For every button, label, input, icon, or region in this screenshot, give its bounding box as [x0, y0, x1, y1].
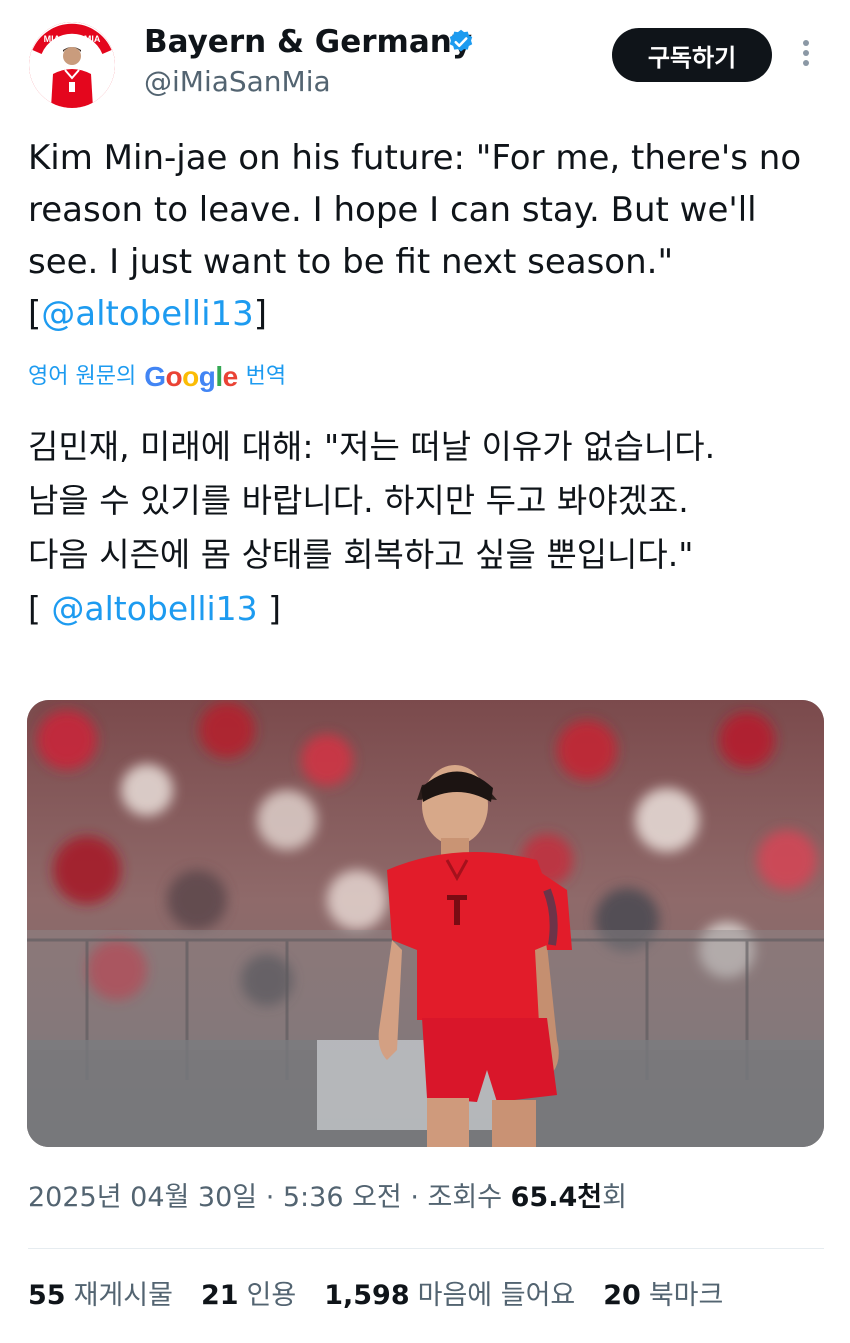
likes-count: 1,598: [324, 1280, 410, 1311]
translation-prefix: 영어 원문의: [28, 364, 137, 389]
author-avatar[interactable]: MIA SAN MIA: [29, 22, 115, 108]
views-count: 65.4천: [510, 1182, 603, 1213]
translation-attribution[interactable]: 영어 원문의 Google 번역: [28, 360, 286, 394]
bookmarks-stat[interactable]: 20 북마크: [603, 1276, 723, 1316]
tweet-time[interactable]: 5:36 오전: [283, 1182, 402, 1213]
stats-divider: [28, 1248, 824, 1249]
translated-line-2: 남을 수 있기를 바랍니다. 하지만 두고 봐야겠죠.: [28, 481, 689, 520]
football-player-photo: [27, 700, 824, 1147]
retweets-stat[interactable]: 55 재게시물: [28, 1276, 173, 1316]
bookmarks-count: 20: [603, 1280, 641, 1311]
engagement-stats: 55 재게시물 21 인용 1,598 마음에 들어요 20 북마크: [28, 1276, 751, 1316]
meta-separator-2: ·: [401, 1182, 428, 1213]
translated-mention-link[interactable]: @altobelli13: [51, 589, 257, 628]
translated-line-3: 다음 시즌에 몸 상태를 회복하고 싶을 뿐입니다.": [28, 535, 694, 574]
tweet-photo[interactable]: [27, 700, 824, 1147]
avatar-text: MIA SAN MIA: [44, 34, 101, 44]
tweet-mention-link[interactable]: @altobelli13: [41, 294, 254, 334]
translated-bracket-open: [: [28, 589, 52, 628]
tweet-body: Kim Min-jae on his future: "For me, ther…: [28, 132, 818, 340]
translated-line-1: 김민재, 미래에 대해: "저는 떠날 이유가 없습니다.: [28, 427, 716, 466]
quotes-stat[interactable]: 21 인용: [201, 1276, 296, 1316]
translated-mention-line: [ @altobelli13 ]: [28, 582, 828, 636]
tweet-text: Kim Min-jae on his future: "For me, ther…: [28, 138, 802, 282]
author-display-name[interactable]: Bayern & Germany: [144, 22, 472, 62]
author-handle[interactable]: @iMiaSanMia: [144, 64, 331, 100]
meta-separator-1: ·: [257, 1182, 283, 1213]
subscribe-button[interactable]: 구독하기: [612, 28, 772, 82]
views-label: 조회수: [427, 1182, 511, 1213]
tweet-meta: 2025년 04월 30일 · 5:36 오전 · 조회수 65.4천회: [28, 1178, 627, 1218]
likes-label: 마음에 들어요: [417, 1280, 576, 1311]
translated-bracket-close: ]: [257, 589, 282, 628]
translation-suffix: 번역: [245, 364, 287, 389]
quotes-label: 인용: [246, 1280, 297, 1311]
retweets-count: 55: [28, 1280, 66, 1311]
views-suffix: 회: [602, 1182, 627, 1213]
verified-badge-icon: [449, 29, 473, 52]
avatar-player-icon: MIA SAN MIA: [29, 22, 115, 108]
bookmarks-label: 북마크: [648, 1280, 724, 1311]
tweet-date: 2025년 04월 30일: [28, 1182, 258, 1213]
tweet-bracket-close: ]: [253, 294, 268, 334]
more-vertical-icon[interactable]: [792, 36, 820, 76]
tweet-bracket-open: [: [28, 294, 42, 334]
likes-stat[interactable]: 1,598 마음에 들어요: [324, 1276, 575, 1316]
quotes-count: 21: [200, 1280, 239, 1311]
google-logo: Google: [144, 361, 238, 392]
translated-body: 김민재, 미래에 대해: "저는 떠날 이유가 없습니다. 남을 수 있기를 바…: [28, 420, 828, 636]
retweets-label: 재게시물: [73, 1280, 173, 1311]
tweet-header: MIA SAN MIA Bayern & Germany @iMiaSanMia…: [0, 0, 850, 110]
